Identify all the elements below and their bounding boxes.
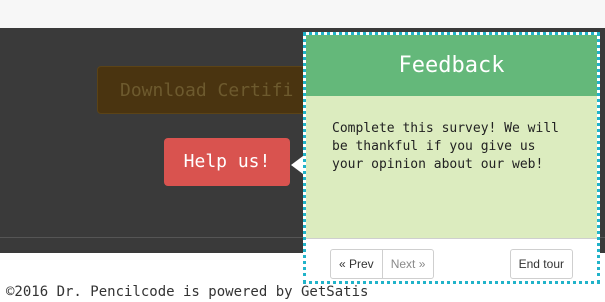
- help-us-button[interactable]: Help us!: [164, 138, 290, 186]
- tour-popover: Feedback Complete this survey! We will b…: [303, 32, 600, 284]
- top-bar: [0, 0, 605, 28]
- popover-arrow: [291, 156, 303, 174]
- popover-title: Feedback: [306, 35, 597, 96]
- navigation-button-group: « Prev Next »: [330, 249, 435, 279]
- popover-footer: « Prev Next » End tour: [306, 238, 597, 281]
- popover-content: Complete this survey! We will be thankfu…: [306, 96, 597, 238]
- footer-credit-text: ©2016 Dr. Pencilcode is powered by GetSa…: [6, 284, 369, 300]
- next-button[interactable]: Next »: [382, 249, 435, 279]
- end-tour-button[interactable]: End tour: [509, 249, 573, 279]
- prev-button[interactable]: « Prev: [330, 249, 383, 279]
- page: Download Certifi Help us! ©2016 Dr. Penc…: [0, 0, 605, 302]
